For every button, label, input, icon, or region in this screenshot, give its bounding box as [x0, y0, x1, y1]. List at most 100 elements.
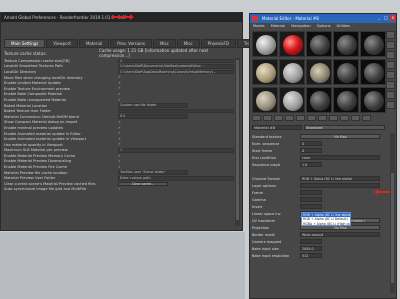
material-sample-slot[interactable]: [333, 87, 359, 113]
parameter-field[interactable]: [300, 183, 380, 188]
scrollbar[interactable]: [235, 58, 240, 226]
material-sample-slot[interactable]: [306, 31, 332, 57]
put-to-scene-button[interactable]: [263, 115, 272, 121]
setting-checkbox[interactable]: ✓: [118, 187, 122, 192]
tab-misc[interactable]: Misc: [176, 39, 200, 48]
material-sphere-preview: [310, 63, 330, 83]
setting-dropdown[interactable]: 3dsMax user "Scene folder": [118, 170, 188, 175]
make-preview-button[interactable]: [386, 81, 395, 89]
make-unique-button[interactable]: [296, 115, 305, 121]
setting-field[interactable]: 4: [118, 58, 234, 64]
cache-label: Texture cache status:: [4, 50, 47, 56]
parameter-field[interactable]: Loop: [300, 155, 380, 160]
menu-modes[interactable]: Modes: [253, 24, 265, 28]
material-editor-titlebar[interactable]: Material Editor - Material #8 _ □ ×: [250, 14, 396, 23]
material-sample-slot[interactable]: [306, 87, 332, 113]
material-type-button[interactable]: Standard: [304, 124, 385, 130]
parameter-field[interactable]: 0: [300, 141, 322, 146]
material-sample-slot[interactable]: [360, 59, 386, 85]
scroll-thumb[interactable]: [236, 60, 239, 220]
dropdown-option[interactable]: RGBA + Alpha (8C Li (High quality)): [302, 222, 350, 226]
setting-dropdown[interactable]: Custom use file folder: [118, 103, 188, 108]
minimize-icon[interactable]: _: [376, 15, 382, 21]
background-button[interactable]: [386, 51, 395, 59]
show-shaded-button[interactable]: [329, 115, 338, 121]
material-sample-slot[interactable]: [306, 59, 332, 85]
tab-misc[interactable]: Misc: [152, 39, 176, 48]
go-to-parent-button[interactable]: [351, 115, 360, 121]
maximize-icon[interactable]: □: [383, 15, 389, 21]
setting-checkbox[interactable]: ✓: [118, 159, 122, 164]
show-end-result-button[interactable]: [340, 115, 349, 121]
parameter-field[interactable]: 512: [300, 253, 322, 258]
setting-field[interactable]: Enter custom path: [118, 175, 234, 181]
setting-checkbox[interactable]: ✓: [118, 126, 122, 131]
get-material-button[interactable]: [252, 115, 261, 121]
setting-checkbox[interactable]: ✓: [118, 165, 122, 170]
setting-checkbox[interactable]: ✓: [118, 120, 122, 125]
setting-checkbox[interactable]: ✓: [118, 75, 122, 80]
material-sample-slot[interactable]: [252, 87, 278, 113]
material-sample-slot[interactable]: [333, 59, 359, 85]
setting-field[interactable]: [118, 108, 234, 114]
put-to-library-button[interactable]: [307, 115, 316, 121]
tab-viewport[interactable]: Viewport: [46, 39, 78, 48]
assign-material-button[interactable]: [274, 115, 283, 121]
options-button[interactable]: [386, 91, 395, 99]
material-sample-slot[interactable]: [333, 31, 359, 57]
parameter-field[interactable]: [300, 239, 322, 244]
setting-checkbox[interactable]: ✓: [118, 92, 122, 97]
sample-type-button[interactable]: [386, 31, 395, 39]
channel-format-dropdown-list[interactable]: RGB + Alpha (8C Li line alpha) RGB + Alph…: [301, 212, 351, 226]
parameter-field[interactable]: [300, 190, 322, 195]
preferences-titlebar[interactable]: Arnold Global Preferences - Renderfronti…: [1, 13, 242, 22]
go-forward-button[interactable]: [362, 115, 371, 121]
close-icon[interactable]: ×: [390, 15, 396, 21]
scrollbar[interactable]: [390, 133, 395, 293]
setting-field[interactable]: C:\Users\Staff\AppData\Roaming\Corona\Vi…: [118, 69, 234, 75]
menu-material[interactable]: Material: [271, 24, 286, 28]
menu-options[interactable]: Options: [317, 24, 331, 28]
material-sample-slot[interactable]: [360, 87, 386, 113]
material-sample-slot[interactable]: [279, 31, 305, 57]
scroll-thumb[interactable]: [391, 173, 394, 283]
tab-prev-versions[interactable]: Prev. Versions: [110, 39, 152, 48]
setting-dropdown[interactable]: 0.5: [118, 114, 188, 120]
map-button[interactable]: No Map: [300, 134, 380, 139]
uv-tiling-button[interactable]: [386, 61, 395, 69]
setting-checkbox[interactable]: ✓: [118, 81, 122, 86]
setting-checkbox[interactable]: ✓: [118, 137, 122, 142]
parameter-field[interactable]: Wrap around: [300, 232, 380, 237]
setting-checkbox[interactable]: ✓: [118, 98, 122, 103]
tab-main-settings[interactable]: Main Settings: [4, 39, 46, 48]
reset-map-button[interactable]: [285, 115, 294, 121]
parameter-field[interactable]: 0: [300, 148, 322, 153]
video-check-button[interactable]: [386, 71, 395, 79]
material-id-button[interactable]: [318, 115, 327, 121]
material-sample-slot[interactable]: [360, 31, 386, 57]
tab-material[interactable]: Material: [78, 39, 110, 48]
setting-checkbox[interactable]: ✓: [118, 86, 122, 91]
setting-field[interactable]: C:\Users\Staff\Documents\3dsMax\material…: [118, 64, 234, 69]
material-name-field[interactable]: Material #8: [252, 124, 302, 130]
setting-checkbox[interactable]: ✓: [118, 131, 122, 136]
select-by-material-button[interactable]: [386, 101, 395, 109]
tab-phoenixfd[interactable]: PhoenixFD: [200, 39, 236, 48]
dropdown-option[interactable]: RGB + Alpha (8C Li Default): [302, 217, 350, 221]
parameter-field[interactable]: [300, 204, 322, 209]
setting-checkbox[interactable]: ✓: [118, 142, 122, 147]
parameter-field[interactable]: 2000.0: [300, 246, 322, 251]
material-sample-slot[interactable]: [279, 59, 305, 85]
parameter-field[interactable]: [300, 197, 322, 202]
setting-field[interactable]: 1: [118, 148, 234, 153]
material-sample-slot[interactable]: [279, 87, 305, 113]
material-sample-slot[interactable]: [252, 31, 278, 57]
parameter-field[interactable]: 1.0: [300, 162, 322, 167]
setting-checkbox[interactable]: ✓: [118, 154, 122, 159]
setting-button[interactable]: Clear cache...: [118, 181, 168, 187]
menu-navigation[interactable]: Navigation: [291, 24, 310, 28]
backlight-button[interactable]: [386, 41, 395, 49]
menu-utilities[interactable]: Utilities: [337, 24, 351, 28]
material-sample-slot[interactable]: [252, 59, 278, 85]
parameter-field[interactable]: RGB + Alpha (8C Li line alpha): [300, 176, 380, 181]
